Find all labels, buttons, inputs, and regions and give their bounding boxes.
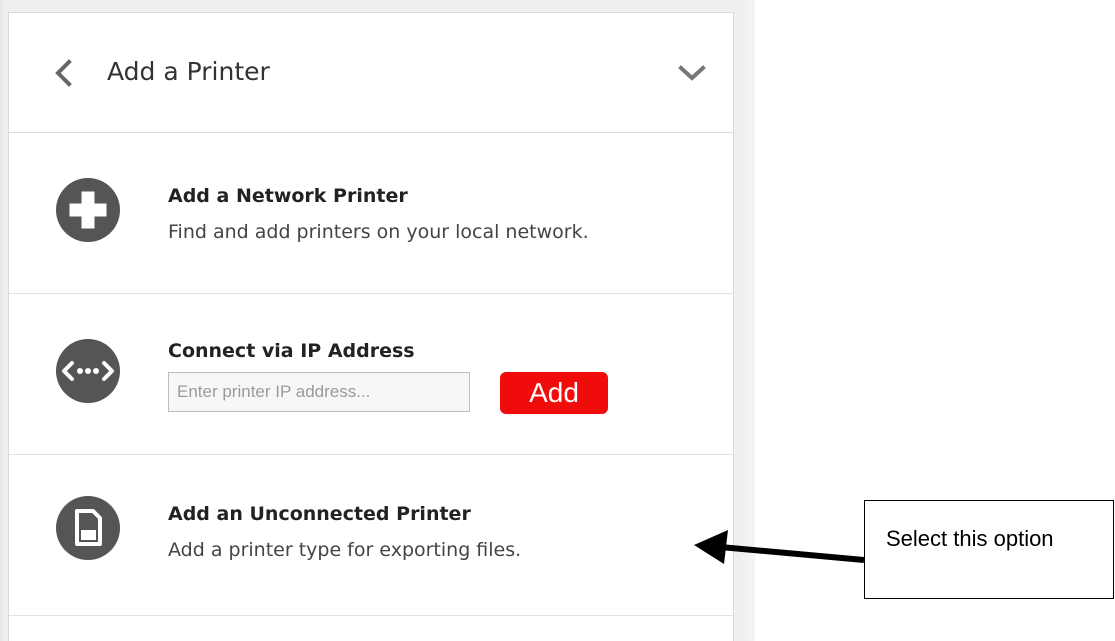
option-add-network-printer[interactable]: Add a Network Printer Find and add print… xyxy=(9,133,733,294)
page: Add a Printer Add a Network Printer Find… xyxy=(0,0,1115,641)
page-title: Add a Printer xyxy=(107,57,270,86)
option-description: Add a printer type for exporting files. xyxy=(168,539,522,561)
add-printer-panel: Add a Printer Add a Network Printer Find… xyxy=(8,12,734,641)
panel-header: Add a Printer xyxy=(9,13,733,133)
callout-text: Select this option xyxy=(886,526,1054,551)
option-title: Add an Unconnected Printer xyxy=(168,503,471,525)
annotation-callout: Select this option xyxy=(864,500,1114,599)
option-title: Add a Network Printer xyxy=(168,185,408,207)
chevron-left-icon[interactable] xyxy=(49,56,79,90)
sd-card-icon xyxy=(56,496,120,560)
option-title: Connect via IP Address xyxy=(168,340,415,362)
chevron-down-icon[interactable] xyxy=(677,63,707,83)
option-add-unconnected-printer[interactable]: Add an Unconnected Printer Add a printer… xyxy=(9,455,733,616)
add-ip-printer-button[interactable]: Add xyxy=(500,372,608,414)
network-connection-icon xyxy=(56,339,120,403)
plus-circle-icon xyxy=(56,178,120,242)
option-description: Find and add printers on your local netw… xyxy=(168,221,589,243)
option-connect-ip-address: Connect via IP Address Add xyxy=(9,294,733,455)
ip-address-input[interactable] xyxy=(168,372,470,412)
annotation-arrow xyxy=(694,530,865,564)
